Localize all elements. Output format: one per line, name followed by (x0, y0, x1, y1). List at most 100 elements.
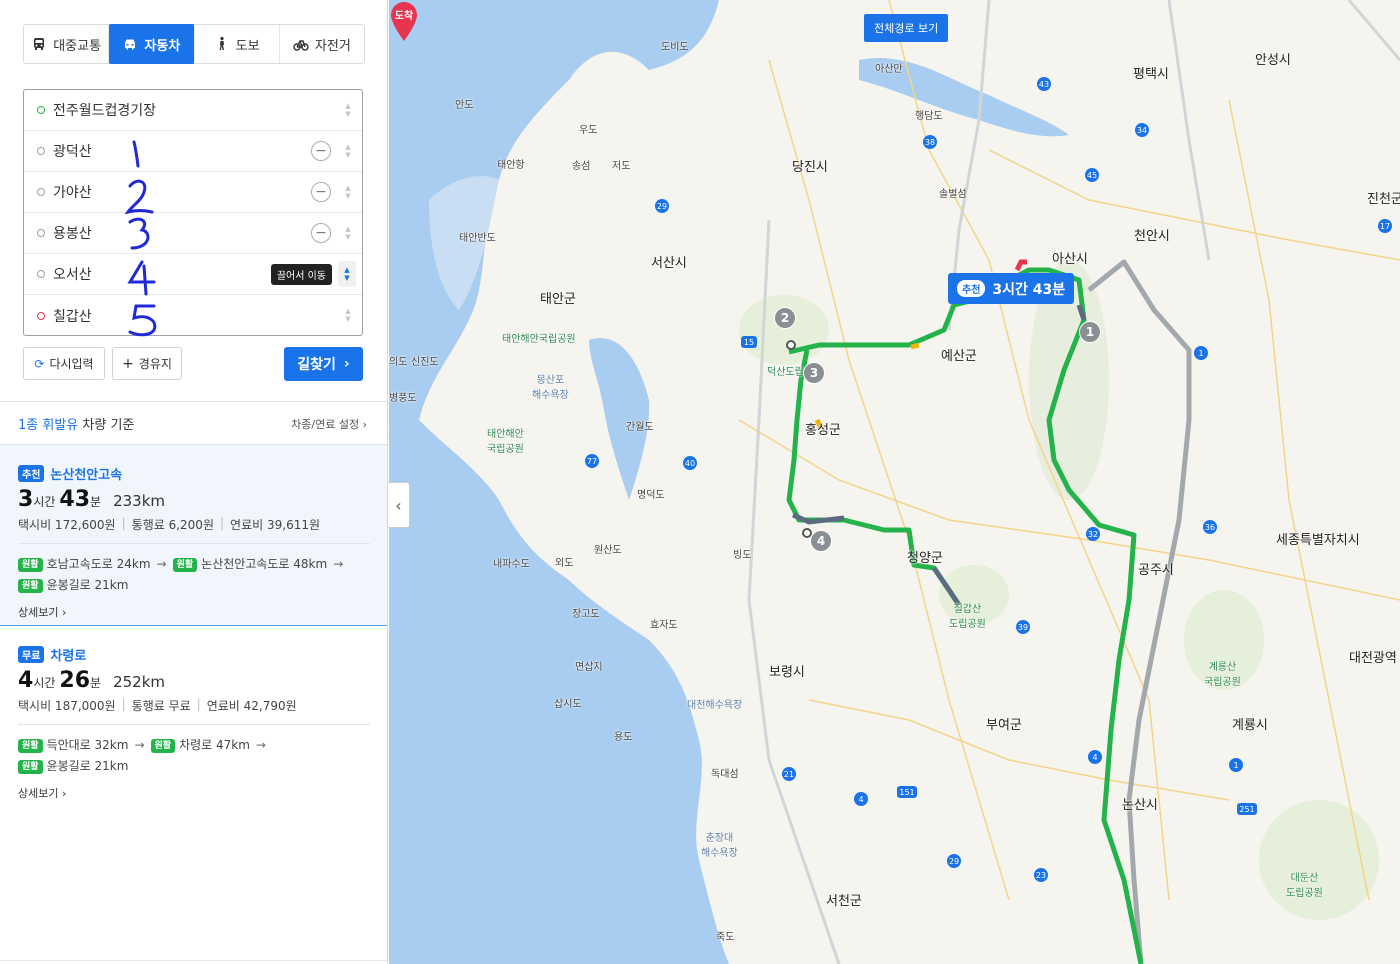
destination-pin-icon[interactable]: 도착 (389, 0, 419, 42)
stop-waypoint-3[interactable]: 용봉산 − ▲ ▼ (24, 213, 362, 254)
waypoint-marker-4[interactable]: 4 (810, 530, 832, 552)
map-label[interactable]: 저도 (612, 157, 630, 172)
map-label[interactable]: 계룡시 (1232, 714, 1268, 733)
drag-handle-icon[interactable]: ▲ ▼ (344, 143, 352, 159)
map-label[interactable]: 계룡산 국립공원 (1204, 658, 1241, 688)
detail-link[interactable]: 상세보기 › (18, 604, 370, 620)
remove-waypoint-button[interactable]: − (311, 223, 331, 243)
show-full-route-button[interactable]: 전체경로 보기 (864, 14, 949, 42)
drag-handle-icon[interactable]: ▲ ▼ (344, 184, 352, 200)
stop-waypoint-4[interactable]: 오서산 끌어서 이동 ▲ ▼ (24, 254, 362, 295)
map-label[interactable]: 원산도 (594, 541, 622, 556)
map-label[interactable]: 용도 (614, 728, 632, 743)
map-label[interactable]: 청양군 (907, 547, 943, 566)
map-label[interactable]: 세종특별자치시 (1276, 529, 1360, 548)
svg-text:43: 43 (1039, 80, 1049, 89)
drag-handle-icon[interactable]: ▲ ▼ (344, 102, 352, 118)
map-label[interactable]: 춘장대 해수욕장 (701, 829, 738, 859)
map-label[interactable]: 대둔산 도립공원 (1286, 869, 1323, 899)
stop-name[interactable]: 전주월드컵경기장 (53, 100, 156, 120)
map-label[interactable]: 빙도 (733, 546, 751, 561)
recommended-route-label[interactable]: 추천 3시간 43분 (948, 273, 1075, 304)
map-label[interactable]: 죽도 (716, 928, 734, 943)
map-label[interactable]: 의도 (389, 353, 407, 368)
map-label[interactable]: 우도 (579, 121, 597, 136)
map-label[interactable]: 행담도 (915, 107, 943, 122)
tab-walk[interactable]: 도보 (195, 25, 280, 63)
map-label[interactable]: 태안반도 (459, 229, 496, 244)
map-label[interactable]: 부여군 (986, 714, 1022, 733)
map-label[interactable]: 홍성군 (805, 419, 841, 438)
traffic-tag: 원활 (172, 557, 198, 572)
map-label[interactable]: 천안시 (1134, 225, 1170, 244)
route-option-2[interactable]: 무료 차령로 4 시간 26 분 252km 택시비 187,000원 | 통행료 무료… (0, 626, 387, 806)
map-label[interactable]: 평택시 (1133, 63, 1169, 82)
map-label[interactable]: 솔벌섬 (939, 185, 967, 200)
map-label[interactable]: 안도 (455, 96, 473, 111)
stop-name[interactable]: 광덕산 (53, 141, 92, 161)
waypoint-marker-2[interactable]: 2 (774, 307, 796, 329)
tab-bicycle[interactable]: 자전거 (280, 25, 364, 63)
map-label[interactable]: 태안해안 국립공원 (487, 425, 524, 455)
map-label[interactable]: 내파수도 (493, 555, 530, 570)
vehicle-settings-link[interactable]: 차종/연료 설정 › (291, 416, 367, 432)
fuel-type[interactable]: 1종 휘발유 (18, 418, 78, 433)
map-label[interactable]: 아산만 (875, 60, 903, 75)
stop-name[interactable]: 칠갑산 (53, 306, 92, 326)
stop-waypoint-1[interactable]: 광덕산 − ▲ ▼ (24, 131, 362, 172)
map-label[interactable]: 송섬 (572, 157, 590, 172)
stop-end[interactable]: 칠갑산 ▲ ▼ (24, 295, 362, 336)
stop-name[interactable]: 가야산 (53, 182, 92, 202)
map-label[interactable]: 장고도 (572, 605, 600, 620)
map-label[interactable]: 논산시 (1122, 794, 1158, 813)
map-label[interactable]: 덕산도립 (767, 363, 804, 378)
map-view[interactable]: 38 43 34 45 29 15 40 77 39 32 36 21 151 … (389, 0, 1400, 964)
remove-waypoint-button[interactable]: − (311, 141, 331, 161)
map-label[interactable]: 칠갑산 도립공원 (949, 600, 986, 630)
map-label[interactable]: 보령시 (769, 661, 805, 680)
collapse-panel-button[interactable]: ‹ (388, 482, 410, 528)
map-label[interactable]: 서산시 (651, 252, 687, 271)
svg-text:1: 1 (1198, 349, 1203, 358)
stop-waypoint-2[interactable]: 가야산 − ▲ ▼ (24, 172, 362, 213)
waypoint-marker-1[interactable]: 1 (1079, 321, 1101, 343)
map-label[interactable]: 대천해수욕장 (687, 696, 742, 711)
map-label[interactable]: 대전광역 (1349, 647, 1397, 666)
map-label[interactable]: 면삽지 (575, 658, 603, 673)
map-label[interactable]: 독대섬 (711, 765, 739, 780)
drag-handle-icon[interactable]: ▲ ▼ (344, 225, 352, 241)
stop-start[interactable]: 전주월드컵경기장 ▲ ▼ (24, 90, 362, 131)
map-label[interactable]: 아산시 (1052, 248, 1088, 267)
map-label[interactable]: 태안해안국립공원 (502, 330, 576, 345)
route-option-1[interactable]: 추천 논산천안고속 3 시간 43 분 233km 택시비 172,600원 | 통행료… (0, 444, 387, 626)
map-label[interactable]: 간월도 (626, 418, 654, 433)
map-label[interactable]: 몽산포 해수욕장 (532, 371, 569, 401)
reset-button[interactable]: ⟳ 다시입력 (23, 347, 105, 380)
map-label[interactable]: 도비도 (661, 38, 689, 53)
add-waypoint-button[interactable]: + 경유지 (112, 347, 182, 380)
map-label[interactable]: 태안군 (540, 288, 576, 307)
detail-link[interactable]: 상세보기 › (18, 785, 370, 801)
map-label[interactable]: 서천군 (826, 890, 862, 909)
map-label[interactable]: 태안항 (497, 156, 525, 171)
drag-handle-icon[interactable]: ▲ ▼ (338, 261, 356, 287)
drag-handle-icon[interactable]: ▲ ▼ (344, 307, 352, 323)
waypoint-marker-3[interactable]: 3 (803, 362, 825, 384)
map-label[interactable]: 안성시 (1255, 49, 1291, 68)
stop-name[interactable]: 오서산 (53, 264, 92, 284)
tab-car[interactable]: 자동차 (109, 24, 195, 64)
remove-waypoint-button[interactable]: − (311, 182, 331, 202)
map-label[interactable]: 예산군 (941, 345, 977, 364)
map-label[interactable]: 공주시 (1138, 559, 1174, 578)
map-label[interactable]: 효자도 (650, 616, 678, 631)
map-label[interactable]: 병풍도 (389, 389, 417, 404)
map-label[interactable]: 외도 (555, 554, 573, 569)
stop-name[interactable]: 용봉산 (53, 223, 92, 243)
map-label[interactable]: 진천군 (1367, 188, 1400, 207)
map-label[interactable]: 신진도 (411, 353, 439, 368)
tab-public-transit[interactable]: 대중교통 (24, 25, 110, 63)
map-label[interactable]: 삽시도 (554, 695, 582, 710)
find-route-button[interactable]: 길찾기 › (284, 347, 363, 381)
map-label[interactable]: 명덕도 (637, 486, 665, 501)
map-label[interactable]: 당진시 (792, 156, 828, 175)
